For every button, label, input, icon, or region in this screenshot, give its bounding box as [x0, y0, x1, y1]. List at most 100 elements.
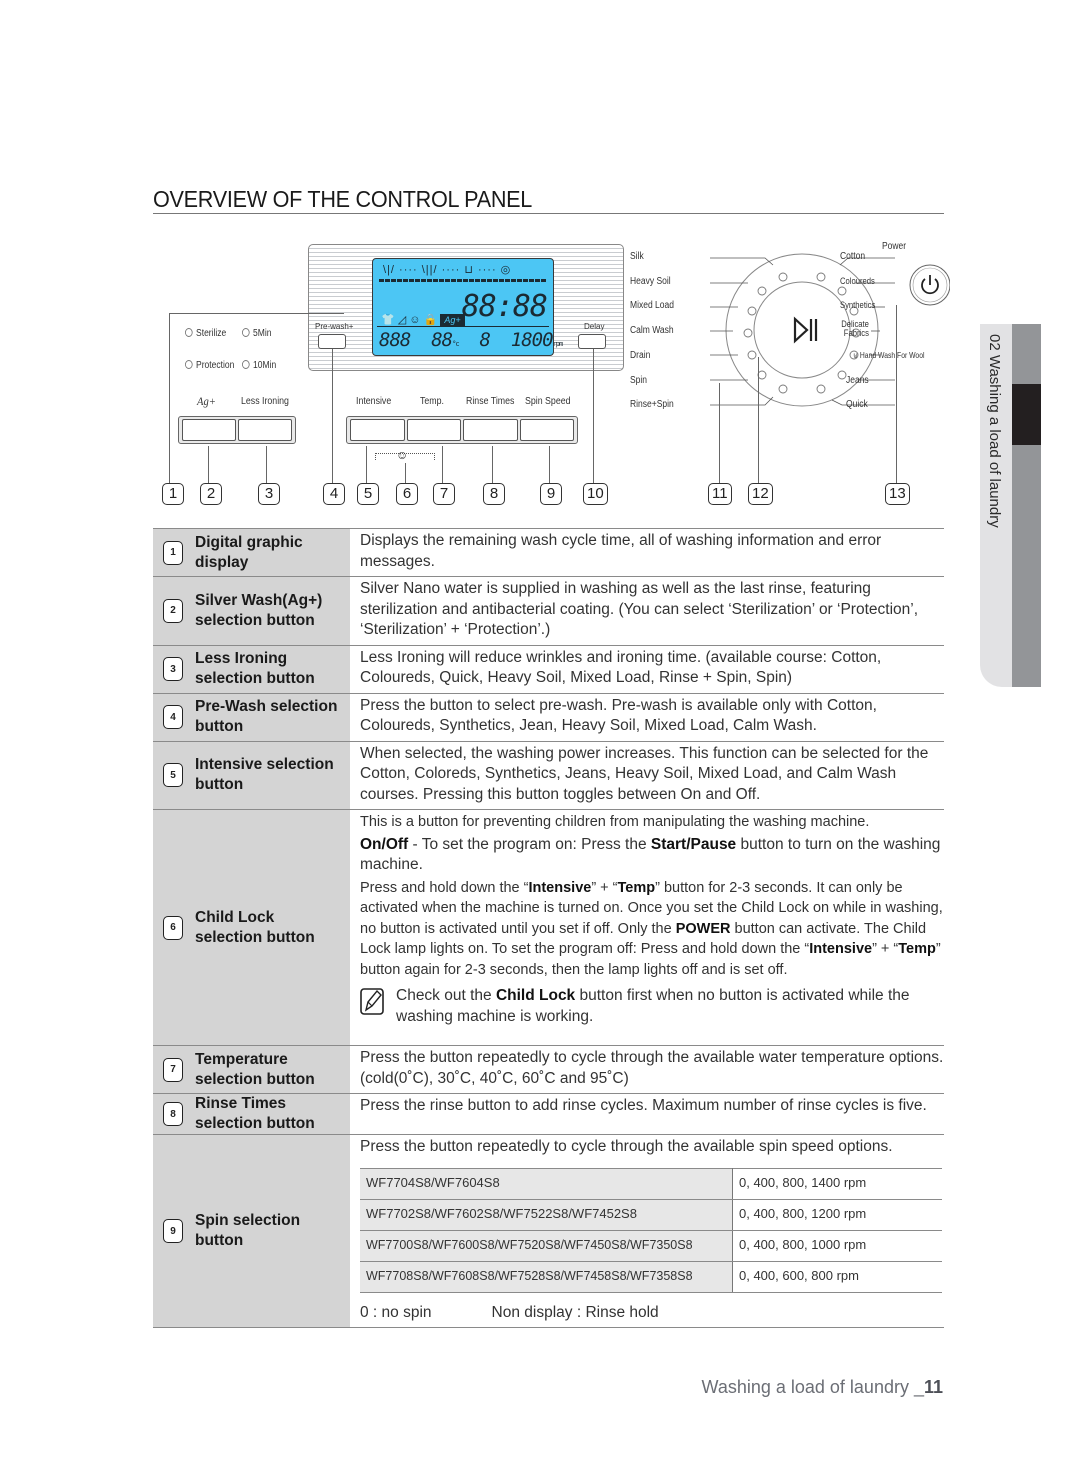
child-lock-onoff: On/Off - To set the program on: Press th…	[360, 835, 941, 874]
dial-delicate: Delicate Fabrics	[841, 319, 869, 338]
no-spin-legend: 0 : no spin	[360, 1303, 432, 1321]
row-title: Child Lock selection button	[195, 908, 315, 946]
callout-1: 1	[162, 483, 184, 505]
silver-indicator: Ag+	[440, 314, 465, 326]
row-description: Press the button repeatedly to cycle thr…	[360, 1138, 893, 1155]
row-title: Less Ironing selection button	[195, 650, 315, 687]
silver-less-ironing-buttons	[178, 416, 296, 444]
control-description-table: 1 Digital graphic display Displays the re…	[153, 528, 944, 1328]
row-number: 1	[163, 540, 183, 565]
page-number: 11	[923, 1377, 943, 1397]
row-number: 8	[163, 1102, 183, 1126]
rinse-hold-legend: Non display : Rinse hold	[491, 1303, 659, 1321]
callout-12: 12	[748, 483, 773, 505]
dial-calm-wash: Calm Wash	[630, 325, 674, 336]
row-title: Rinse Times selection button	[195, 1095, 315, 1132]
row-number: 6	[163, 915, 183, 940]
spin-legend: 0 : no spin Non display : Rinse hold	[360, 1303, 944, 1324]
row-description: Press the rinse button to add rinse cycl…	[360, 1097, 927, 1114]
silver-wash-button[interactable]	[182, 419, 236, 441]
time-readout: 88:88	[461, 289, 548, 324]
delay-button[interactable]	[578, 334, 606, 349]
radio-icon	[242, 328, 250, 337]
model-list: WF7700S8/WF7600S8/WF7520S8/WF7450S8/WF73…	[360, 1229, 733, 1262]
less-ironing-label: Less Ironing	[241, 396, 289, 407]
row-description: Press the button to select pre-wash. Pre…	[360, 696, 877, 735]
child-lock-hold: Press and hold down the “Intensive” + “T…	[360, 879, 943, 978]
row-title: Temperature selection button	[195, 1050, 315, 1088]
row-description: Press the button repeatedly to cycle thr…	[360, 1049, 944, 1087]
table-row: 2 Silver Wash(Ag+) selection button Silve…	[153, 576, 944, 645]
side-tab-label: 02 Washing a load of laundry	[986, 334, 1003, 528]
chapter-marker	[1012, 384, 1041, 445]
radio-icon	[242, 360, 250, 369]
control-panel-diagram: Sterilize 5Min Protection 10Min Ag+ Less…	[150, 235, 950, 510]
table-row: 7 Temperature selection button Press the …	[153, 1045, 944, 1093]
option-5min: 5Min	[242, 328, 271, 339]
callout-3: 3	[258, 483, 280, 505]
prewash-button[interactable]	[318, 334, 346, 349]
row-number: 4	[163, 705, 183, 729]
spin-row: WF7700S8/WF7600S8/WF7520S8/WF7450S8/WF73…	[360, 1229, 942, 1262]
intensive-button[interactable]	[350, 419, 405, 441]
title-rule	[153, 213, 944, 214]
temp-label: Temp.	[420, 396, 444, 407]
child-lock-intro: This is a button for preventing children…	[360, 814, 870, 830]
option-10min: 10Min	[242, 360, 276, 371]
row-title: Intensive selection button	[195, 756, 334, 794]
dial-coloureds: Coloureds	[840, 276, 875, 286]
row-title: Spin selection button	[195, 1212, 301, 1249]
callout-5: 5	[357, 483, 379, 505]
callout-11: 11	[708, 483, 732, 505]
radio-icon	[185, 328, 193, 337]
power-button	[909, 264, 950, 306]
callout-10: 10	[583, 483, 608, 505]
intensive-label: Intensive	[356, 396, 392, 407]
prewash-label: Pre-wash+	[315, 322, 354, 331]
dial-jeans: Jeans	[846, 375, 869, 386]
spin-row: WF7702S8/WF7602S8/WF7522S8/WF7452S8 0, 40…	[360, 1198, 942, 1231]
rinse-times-button[interactable]	[463, 419, 518, 441]
table-row: 3 Less Ironing selection button Less Iron…	[153, 644, 944, 693]
less-ironing-button[interactable]	[238, 419, 292, 441]
chapter-bar	[1012, 324, 1041, 687]
status-icons: 👕 ◿ ☺ 🔒 Ag+	[381, 313, 465, 326]
dial-rinse-spin: Rinse+Spin	[630, 399, 674, 410]
callout-2: 2	[200, 483, 222, 505]
temp-button[interactable]	[406, 419, 461, 441]
row-number: 2	[163, 598, 183, 623]
dial-quick: Quick	[846, 399, 868, 410]
spin-row: WF7704S8/WF7604S8 0, 400, 800, 1400 rpm	[360, 1167, 942, 1200]
spin-speed-table: WF7704S8/WF7604S8 0, 400, 800, 1400 rpm W…	[360, 1167, 942, 1293]
delay-label: Delay	[584, 322, 605, 331]
spin-speed-button[interactable]	[519, 419, 574, 441]
dial-mixed-load: Mixed Load	[630, 300, 674, 311]
model-list: WF7708S8/WF7608S8/WF7528S8/WF7458S8/WF73…	[360, 1260, 733, 1293]
row-number: 7	[163, 1057, 183, 1082]
table-row: 9 Spin selection button Press the button …	[153, 1134, 944, 1328]
spin-speeds: 0, 400, 600, 800 rpm	[732, 1260, 942, 1293]
dial-cotton: Cotton	[840, 251, 866, 262]
digital-display: \|/ ···· \||/ ···· ⊔ ···· ◎ 88:88 👕 ◿ ☺ …	[372, 258, 563, 356]
note-pencil-icon	[360, 988, 384, 1015]
option-protection: Protection	[185, 360, 234, 371]
progress-bar	[379, 279, 547, 282]
row-number: 9	[163, 1219, 183, 1243]
spin-row: WF7708S8/WF7608S8/WF7528S8/WF7458S8/WF73…	[360, 1260, 942, 1293]
hand-wash-icon: ⊍	[853, 351, 858, 360]
program-dial[interactable]	[670, 235, 950, 435]
callout-7: 7	[433, 483, 455, 505]
row-description: When selected, the washing power increas…	[360, 744, 929, 803]
row-description: Displays the remaining wash cycle time, …	[360, 532, 882, 570]
row-title: Silver Wash(Ag+) selection button	[195, 591, 323, 629]
power-label: Power	[882, 241, 907, 252]
callout-4: 4	[323, 483, 345, 505]
row-description: Less Ironing will reduce wrinkles and ir…	[360, 648, 882, 687]
option-sterilize: Sterilize	[185, 328, 226, 339]
spin-speed-label: Spin Speed	[525, 396, 571, 407]
callout-8: 8	[483, 483, 505, 505]
radio-icon	[185, 360, 193, 369]
dial-hand-wash-wool: ⊍ Hand Wash For Wool	[853, 351, 925, 360]
callout-13: 13	[885, 483, 910, 505]
row-title: Digital graphic display	[195, 533, 303, 571]
